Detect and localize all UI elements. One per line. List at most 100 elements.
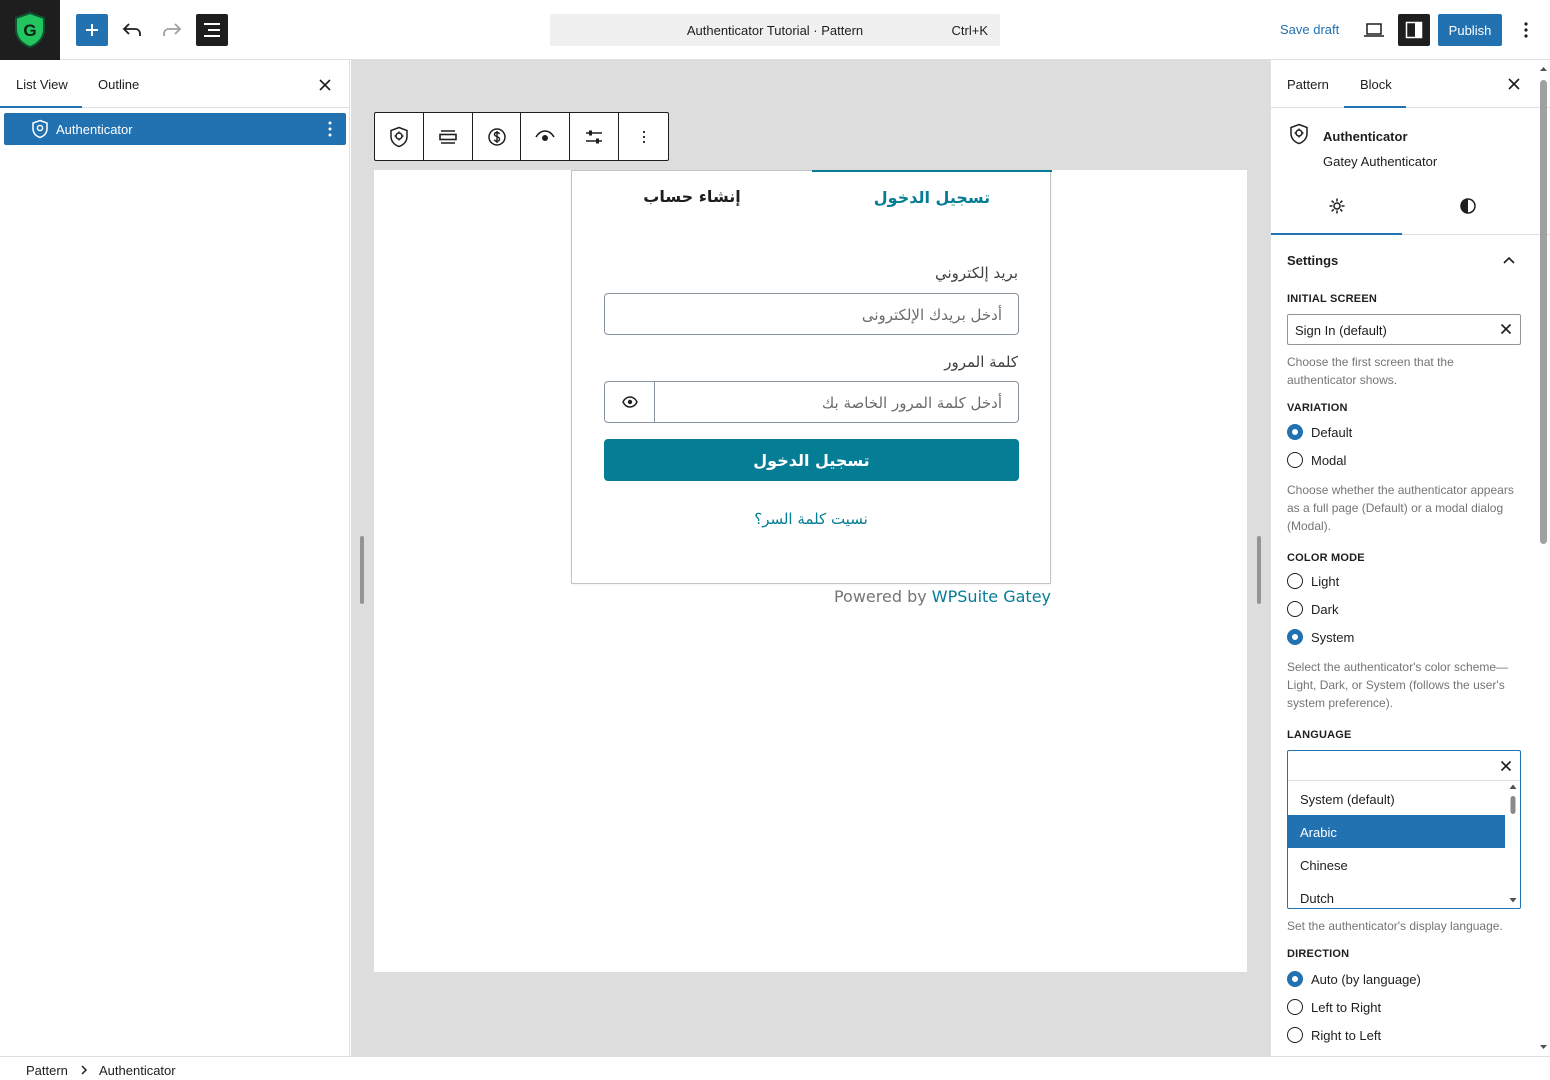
radio-label: Default: [1311, 425, 1353, 440]
vertical-ellipsis-icon: [328, 121, 332, 137]
align-full-icon: [438, 129, 457, 144]
block-type-button[interactable]: [375, 113, 424, 160]
option-label: Dutch: [1300, 891, 1334, 906]
block-description: Gatey Authenticator: [1323, 154, 1438, 169]
tab-outline[interactable]: Outline: [98, 77, 139, 92]
chevron-right-icon: [81, 1065, 88, 1075]
resize-handle-right[interactable]: [1257, 536, 1261, 604]
close-icon: [1508, 78, 1520, 90]
radio-label: Dark: [1311, 602, 1339, 617]
currency-button[interactable]: [473, 113, 522, 160]
language-option-chinese[interactable]: Chinese: [1288, 848, 1505, 881]
clear-icon[interactable]: [1500, 323, 1512, 335]
close-sidebar-button[interactable]: [1505, 75, 1523, 93]
tab-pattern[interactable]: Pattern: [1287, 77, 1329, 92]
breadcrumb-authenticator[interactable]: Authenticator: [99, 1063, 176, 1078]
command-palette-bar[interactable]: Authenticator Tutorial · Pattern Ctrl+K: [550, 14, 1000, 46]
canvas-page: تسجيل الدخول إنشاء حساب بريد إلكتروني أد…: [374, 170, 1247, 972]
sign-in-submit-button[interactable]: تسجيل الدخول: [604, 439, 1019, 481]
radio-label: Modal: [1311, 453, 1347, 468]
sliders-icon: [586, 130, 603, 143]
radio-label: Right to Left: [1311, 1028, 1382, 1043]
password-field[interactable]: أدخل كلمة المرور الخاصة بك: [604, 381, 1019, 423]
vertical-ellipsis-icon: [642, 130, 645, 143]
option-label: Chinese: [1300, 858, 1348, 873]
language-search-input[interactable]: [1288, 751, 1520, 781]
language-help: Set the authenticator's display language…: [1287, 919, 1503, 933]
tab-create-account[interactable]: إنشاء حساب: [572, 170, 812, 222]
overview-tabs: List View Outline: [0, 60, 349, 108]
language-combobox[interactable]: System (default) Arabic Chinese Dutch: [1287, 750, 1521, 909]
undo-button[interactable]: [116, 14, 148, 46]
block-title: Authenticator: [1323, 129, 1408, 144]
settings-sidebar-toggle[interactable]: [1398, 14, 1430, 46]
forgot-password-link[interactable]: نسيت كلمة السر؟: [572, 510, 1050, 528]
block-options-button[interactable]: [619, 113, 668, 160]
publish-button[interactable]: Publish: [1438, 14, 1502, 46]
powered-by-text: Powered by WPSuite Gatey: [571, 587, 1051, 606]
option-label: Arabic: [1300, 825, 1337, 840]
document-title: Authenticator Tutorial · Pattern: [686, 23, 864, 38]
radio-unchecked-icon: [1287, 999, 1303, 1015]
dropdown-scrollbar[interactable]: [1508, 783, 1518, 905]
language-label: LANGUAGE: [1287, 729, 1352, 741]
show-password-button[interactable]: [605, 382, 655, 422]
shield-gear-icon: [390, 126, 408, 147]
language-option-arabic[interactable]: Arabic: [1288, 815, 1505, 848]
password-placeholder: أدخل كلمة المرور الخاصة بك: [821, 394, 1002, 412]
settings-panel-title[interactable]: Settings: [1287, 253, 1338, 268]
radio-unchecked-icon: [1287, 601, 1303, 617]
sidebar-scrollbar[interactable]: [1537, 60, 1550, 1056]
radio-label: Left to Right: [1311, 1000, 1382, 1015]
document-overview-panel: List View Outline Authenticator: [0, 60, 350, 1056]
close-panel-button[interactable]: [316, 76, 334, 94]
radio-unchecked-icon: [1287, 452, 1303, 468]
active-subtab-indicator: [1271, 233, 1402, 235]
visibility-button[interactable]: [521, 113, 571, 160]
breadcrumb-pattern[interactable]: Pattern: [26, 1063, 68, 1078]
authenticator-block[interactable]: تسجيل الدخول إنشاء حساب بريد إلكتروني أد…: [571, 170, 1052, 584]
language-option-dutch[interactable]: Dutch: [1288, 881, 1505, 908]
sidebar-icon: [1405, 21, 1423, 39]
initial-screen-select[interactable]: Sign In (default): [1287, 314, 1521, 345]
clear-icon[interactable]: [1500, 760, 1512, 772]
preview-button[interactable]: [1360, 16, 1388, 44]
radio-checked-icon: [1287, 629, 1303, 645]
tab-sign-in[interactable]: تسجيل الدخول: [812, 170, 1052, 222]
language-option-system[interactable]: System (default): [1288, 782, 1505, 815]
radio-label: System: [1311, 630, 1355, 645]
tab-styles[interactable]: [1402, 190, 1533, 222]
save-draft-button[interactable]: Save draft: [1280, 22, 1339, 37]
add-block-button[interactable]: [76, 14, 108, 46]
powered-by-brand-link[interactable]: WPSuite Gatey: [932, 587, 1051, 606]
align-button[interactable]: [424, 113, 473, 160]
scroll-up-arrow-icon: [1540, 67, 1547, 71]
block-inspector-tabs: [1271, 178, 1550, 235]
radio-unchecked-icon: [1287, 573, 1303, 589]
site-logo-button[interactable]: G: [0, 0, 60, 60]
redo-button[interactable]: [156, 14, 188, 46]
eye-icon: [621, 396, 638, 408]
list-view-item-options-button[interactable]: [322, 119, 338, 139]
block-card: Authenticator Gatey Authenticator: [1271, 108, 1550, 178]
list-view-item-authenticator[interactable]: Authenticator: [4, 113, 346, 145]
chevron-up-icon: [1503, 256, 1515, 264]
collapse-settings-button[interactable]: [1501, 252, 1517, 268]
sidebar-tabs: Pattern Block: [1271, 60, 1550, 108]
initial-screen-value: Sign In (default): [1295, 323, 1387, 338]
auth-tabs: تسجيل الدخول إنشاء حساب: [572, 170, 1052, 222]
document-overview-button[interactable]: [196, 14, 228, 46]
editor-canvas: تسجيل الدخول إنشاء حساب بريد إلكتروني أد…: [351, 60, 1270, 1056]
settings-button[interactable]: [570, 113, 620, 160]
tab-list-view[interactable]: List View: [16, 77, 68, 92]
gatey-logo-icon: G: [15, 11, 45, 49]
scrollbar-thumb[interactable]: [1540, 80, 1547, 544]
tab-block[interactable]: Block: [1360, 77, 1392, 92]
shield-gear-icon: [1290, 123, 1308, 145]
powered-by-label: Powered by: [833, 587, 927, 606]
email-field[interactable]: أدخل بريدك الإلكترونى: [604, 293, 1019, 335]
options-menu-button[interactable]: [1514, 16, 1538, 44]
tab-settings[interactable]: [1271, 190, 1402, 222]
resize-handle-left[interactable]: [360, 536, 364, 604]
eye-icon: [535, 129, 556, 141]
